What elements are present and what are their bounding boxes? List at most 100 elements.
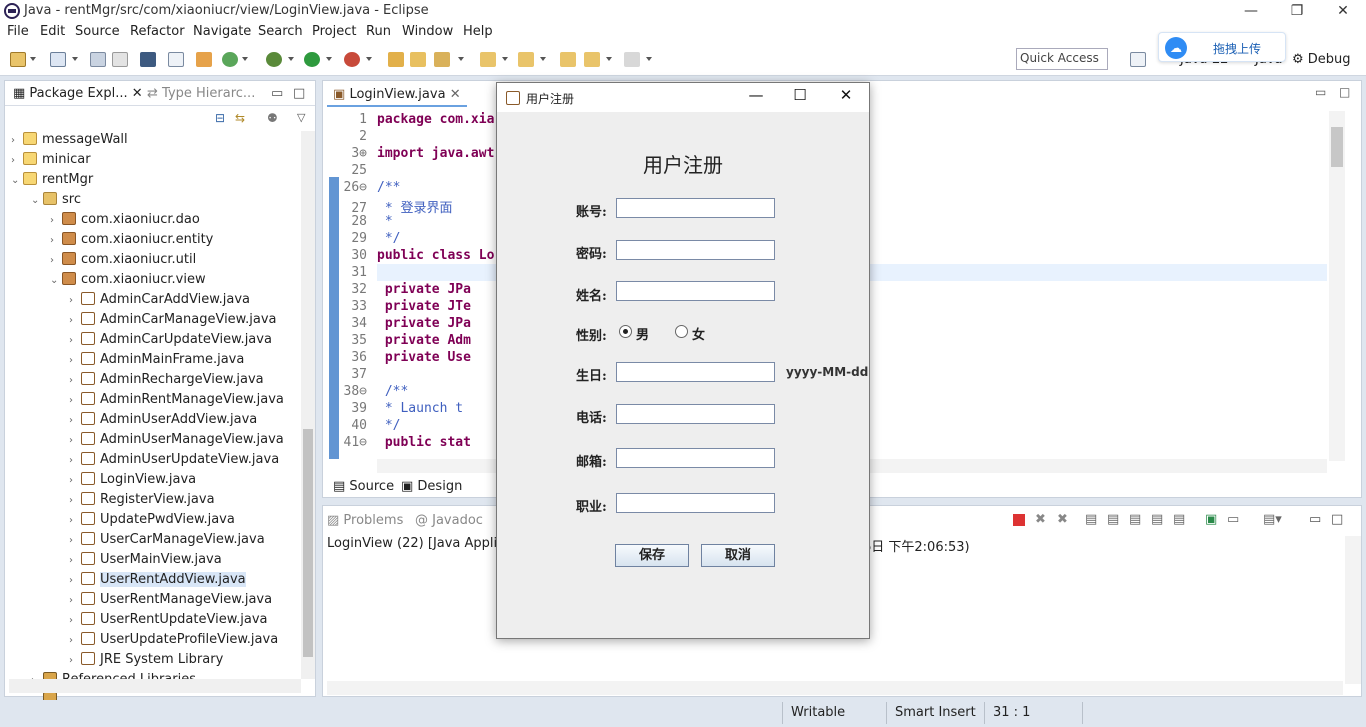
next-annotation-icon[interactable] <box>480 52 496 67</box>
forward-dropdown-arrow[interactable] <box>646 57 652 61</box>
menu-source[interactable]: Source <box>75 24 120 39</box>
editor-scroll-thumb[interactable] <box>1331 127 1343 167</box>
back-dropdown-arrow[interactable] <box>606 57 612 61</box>
tree-item-rentmgr[interactable]: ⌄ rentMgr <box>11 171 93 191</box>
new-dropdown-arrow[interactable] <box>30 57 36 61</box>
password-field[interactable] <box>616 240 775 260</box>
tree-item-java-file[interactable]: › UpdatePwdView.java <box>69 511 235 531</box>
tree-item-dao[interactable]: › com.xiaoniucr.dao <box>50 211 200 231</box>
word-wrap-icon[interactable]: ▤ <box>1129 512 1141 527</box>
debug-icon[interactable] <box>266 52 282 67</box>
gender-female-radio[interactable] <box>675 325 688 338</box>
console-icon[interactable] <box>140 52 156 67</box>
clear-console-icon[interactable]: ▤ <box>1085 512 1097 527</box>
display-console-icon[interactable]: ▭ <box>1227 512 1239 527</box>
refresh-dropdown-arrow[interactable] <box>242 57 248 61</box>
tree-item-java-file[interactable]: › AdminUserAddView.java <box>69 411 257 431</box>
minimize-editor-icon[interactable]: ▭ <box>1315 85 1326 99</box>
run-dropdown-arrow[interactable] <box>326 57 332 61</box>
tree-item-java-file[interactable]: › UserRentManageView.java <box>69 591 272 611</box>
show-stdout-icon[interactable]: ▤ <box>1151 512 1163 527</box>
back-icon[interactable] <box>584 52 600 67</box>
tree-item-entity[interactable]: › com.xiaoniucr.entity <box>50 231 213 251</box>
quick-access-input[interactable]: Quick Access <box>1016 48 1108 70</box>
view-menu-icon[interactable]: ▽ <box>297 111 305 124</box>
tree-item-java-file[interactable]: › AdminCarAddView.java <box>69 291 250 311</box>
collapse-all-icon[interactable]: ⊟ <box>215 111 225 125</box>
tree-scroll-thumb[interactable] <box>303 429 313 657</box>
tree-item-java-file[interactable]: › JRE System Library <box>69 651 223 671</box>
coverage-icon[interactable] <box>344 52 360 67</box>
menu-run[interactable]: Run <box>366 24 391 39</box>
tree-item-java-file[interactable]: › AdminCarManageView.java <box>69 311 276 331</box>
console-vertical-scrollbar[interactable] <box>1345 536 1361 684</box>
terminate-icon[interactable] <box>1013 514 1025 526</box>
console-horizontal-scrollbar[interactable] <box>327 681 1343 695</box>
tree-item-java-file[interactable]: › AdminUserUpdateView.java <box>69 451 279 471</box>
cancel-button[interactable]: 取消 <box>701 544 775 567</box>
next-annotation-arrow[interactable] <box>502 57 508 61</box>
name-field[interactable] <box>616 281 775 301</box>
gender-male-radio[interactable] <box>619 325 632 338</box>
tree-item-java-file[interactable]: › RegisterView.java <box>69 491 215 511</box>
debug-dropdown-arrow[interactable] <box>288 57 294 61</box>
last-edit-icon[interactable] <box>560 52 576 67</box>
tree-item-java-file[interactable]: › UserMainView.java <box>69 551 222 571</box>
tab-source[interactable]: ▤ Source <box>333 479 394 494</box>
menu-file[interactable]: File <box>7 24 29 39</box>
tree-item-util[interactable]: › com.xiaoniucr.util <box>50 251 196 271</box>
minimize-view-icon[interactable]: ▭ <box>271 86 283 101</box>
menu-help[interactable]: Help <box>463 24 493 39</box>
new-icon[interactable] <box>10 52 26 67</box>
minimize-button[interactable]: — <box>1228 0 1274 22</box>
tree-item-java-file[interactable]: › AdminRentManageView.java <box>69 391 284 411</box>
tab-type-hierarchy[interactable]: ⇄ Type Hierarc... <box>147 86 255 101</box>
menu-refactor[interactable]: Refactor <box>130 24 185 39</box>
restore-button[interactable]: ❐ <box>1274 0 1320 22</box>
print-icon[interactable] <box>112 52 128 67</box>
coverage-dropdown-arrow[interactable] <box>366 57 372 61</box>
tab-javadoc[interactable]: @ Javadoc <box>415 513 483 528</box>
save-dropdown-arrow[interactable] <box>72 57 78 61</box>
open-type-icon[interactable] <box>388 52 404 67</box>
close-tab-icon[interactable]: ✕ <box>450 87 461 102</box>
birthday-field[interactable] <box>616 362 775 382</box>
annotation-dropdown-arrow[interactable] <box>458 57 464 61</box>
tree-item-java-file[interactable]: › UserCarManageView.java <box>69 531 265 551</box>
menu-edit[interactable]: Edit <box>40 24 65 39</box>
skip-breakpoints-icon[interactable] <box>168 52 184 67</box>
dialog-close-button[interactable]: ✕ <box>823 86 869 110</box>
forward-icon[interactable] <box>624 52 640 67</box>
refresh-icon[interactable] <box>222 52 238 67</box>
pencil-icon[interactable] <box>434 52 450 67</box>
tab-design[interactable]: ▣ Design <box>401 479 462 494</box>
tree-item-java-file[interactable]: › AdminMainFrame.java <box>69 351 244 371</box>
prev-annotation-icon[interactable] <box>518 52 534 67</box>
save-all-icon[interactable] <box>50 52 66 67</box>
tree-item-view[interactable]: ⌄ com.xiaoniucr.view <box>50 271 206 291</box>
link-editor-icon[interactable]: ⇆ <box>235 111 245 125</box>
maximize-view-icon[interactable]: □ <box>293 86 305 101</box>
tree-item-java-file[interactable]: › LoginView.java <box>69 471 196 491</box>
tree-item-src[interactable]: ⌄ src <box>31 191 81 211</box>
tree-item-java-file-selected[interactable]: › UserRentAddView.java <box>69 571 246 591</box>
perspective-debug[interactable]: ⚙ Debug <box>1292 52 1351 67</box>
tree-item-java-file[interactable]: › UserRentUpdateView.java <box>69 611 268 631</box>
open-perspective-icon[interactable] <box>1130 52 1146 67</box>
save-button[interactable]: 保存 <box>615 544 689 567</box>
dialog-minimize-button[interactable]: — <box>733 86 779 110</box>
menu-project[interactable]: Project <box>312 24 356 39</box>
tree-item-java-file[interactable]: › AdminCarUpdateView.java <box>69 331 272 351</box>
menu-search[interactable]: Search <box>258 24 303 39</box>
remove-all-icon[interactable]: ✖ <box>1057 512 1068 527</box>
open-folder-icon[interactable] <box>410 52 426 67</box>
remove-launch-icon[interactable]: ✖ <box>1035 512 1046 527</box>
email-field[interactable] <box>616 448 775 468</box>
prev-annotation-arrow[interactable] <box>540 57 546 61</box>
occupation-field[interactable] <box>616 493 775 513</box>
tree-item-java-file[interactable]: › AdminUserManageView.java <box>69 431 284 451</box>
menu-window[interactable]: Window <box>402 24 453 39</box>
menu-navigate[interactable]: Navigate <box>193 24 251 39</box>
save-icon[interactable] <box>90 52 106 67</box>
run-icon[interactable] <box>304 52 320 67</box>
